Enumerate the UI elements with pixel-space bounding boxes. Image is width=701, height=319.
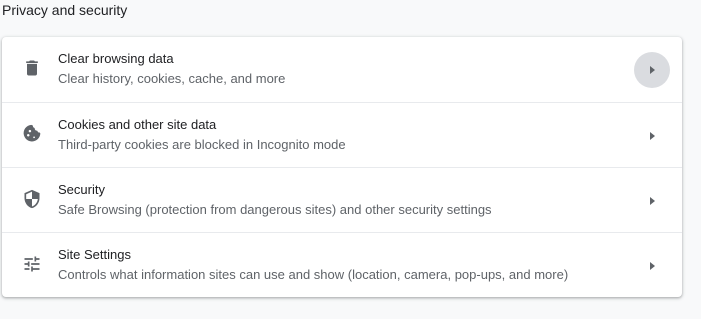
clear-browsing-data-row[interactable]: Clear browsing data Clear history, cooki… bbox=[2, 37, 682, 102]
row-sublabel: Safe Browsing (protection from dangerous… bbox=[58, 202, 492, 217]
row-sublabel: Controls what information sites can use … bbox=[58, 267, 569, 282]
arrow-right-icon bbox=[650, 262, 655, 270]
shield-icon bbox=[22, 189, 42, 209]
privacy-settings-card: Clear browsing data Clear history, cooki… bbox=[2, 37, 682, 297]
cookie-icon bbox=[22, 124, 42, 144]
site-settings-arrow-button[interactable] bbox=[634, 248, 670, 284]
security-row[interactable]: Security Safe Browsing (protection from … bbox=[2, 167, 682, 232]
row-sublabel: Clear history, cookies, cache, and more bbox=[58, 71, 286, 86]
row-label: Cookies and other site data bbox=[58, 117, 217, 132]
site-settings-row[interactable]: Site Settings Controls what information … bbox=[2, 232, 682, 297]
clear-browsing-data-arrow-button[interactable] bbox=[634, 52, 670, 88]
row-text: Site Settings Controls what information … bbox=[58, 247, 568, 283]
row-text: Clear browsing data Clear history, cooki… bbox=[58, 51, 285, 87]
arrow-right-icon bbox=[650, 197, 655, 205]
cookies-arrow-button[interactable] bbox=[634, 118, 670, 154]
security-arrow-button[interactable] bbox=[634, 183, 670, 219]
row-text: Security Safe Browsing (protection from … bbox=[58, 182, 492, 218]
row-text: Cookies and other site data Third-party … bbox=[58, 117, 346, 153]
row-label: Clear browsing data bbox=[58, 51, 174, 66]
section-title: Privacy and security bbox=[2, 2, 128, 18]
row-label: Site Settings bbox=[58, 247, 131, 262]
tune-icon bbox=[22, 254, 42, 274]
arrow-right-icon bbox=[650, 132, 655, 140]
trash-icon bbox=[22, 58, 42, 78]
cookies-row[interactable]: Cookies and other site data Third-party … bbox=[2, 102, 682, 167]
row-label: Security bbox=[58, 182, 105, 197]
row-sublabel: Third-party cookies are blocked in Incog… bbox=[58, 137, 346, 152]
arrow-right-icon bbox=[650, 66, 655, 74]
